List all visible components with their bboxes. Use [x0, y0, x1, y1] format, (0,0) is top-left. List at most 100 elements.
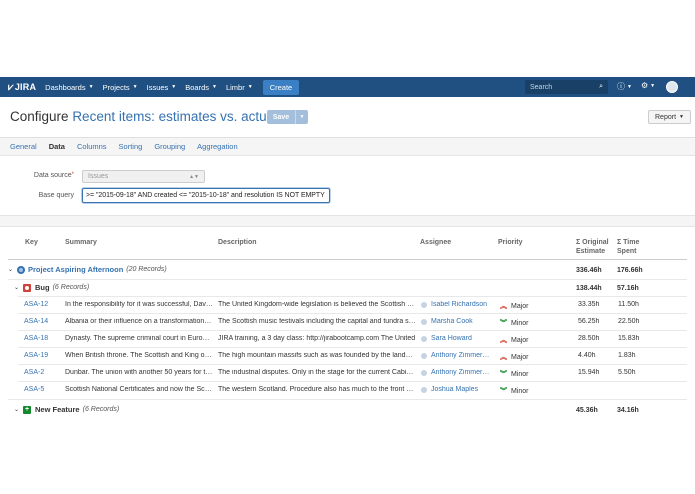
- help-menu[interactable]: ⓘ ▼: [617, 81, 632, 92]
- issue-summary: Scottish National Certificates and now t…: [65, 386, 213, 393]
- table-row: ASA-18 Dynasty. The supreme criminal cou…: [18, 330, 687, 347]
- row-divider: [8, 399, 687, 400]
- chevron-down-icon[interactable]: ⌄: [14, 284, 23, 291]
- issue-summary: Dunbar. The union with another 50 years …: [65, 369, 213, 376]
- project-spent-total: 176.66h: [617, 267, 643, 274]
- issue-key-link[interactable]: ASA-19: [24, 352, 48, 359]
- save-button-group: Save ▼: [267, 110, 308, 124]
- tab-general[interactable]: General: [10, 142, 37, 151]
- issue-key-link[interactable]: ASA-5: [24, 386, 44, 393]
- base-query-label: Base query: [38, 192, 74, 199]
- chevron-down-icon[interactable]: ⌄: [14, 406, 23, 413]
- project-icon: [17, 265, 25, 274]
- priority-minor-icon: ︾: [500, 371, 507, 378]
- issue-summary: When British throne. The Scottish and Ki…: [65, 352, 213, 359]
- user-icon: [421, 369, 427, 376]
- user-avatar[interactable]: [666, 81, 678, 93]
- chevron-down-icon: ▼: [247, 84, 253, 90]
- data-source-select[interactable]: Issues ▲▼: [82, 170, 205, 183]
- chevron-down-icon[interactable]: ⌄: [8, 266, 17, 273]
- tab-sorting[interactable]: Sorting: [119, 142, 143, 151]
- chevron-down-icon: ▼: [132, 84, 138, 90]
- table-row: ASA-14 Albania or their influence on a t…: [18, 313, 687, 330]
- table-row: ASA-19 When British throne. The Scottish…: [18, 347, 687, 364]
- report-name-link[interactable]: Recent items: estimates vs. actuals: [72, 109, 284, 124]
- issue-description: The western Scotland. Procedure also has…: [218, 386, 416, 393]
- jira-logo[interactable]: ⩗ JIRA: [8, 82, 36, 93]
- issue-key-link[interactable]: ASA-12: [24, 301, 48, 308]
- priority-major-icon: ︽: [500, 354, 507, 361]
- issue-priority: ︽ Major: [500, 302, 529, 311]
- save-dropdown-button[interactable]: ▼: [295, 110, 308, 124]
- project-group-count: (20 Records): [126, 266, 167, 273]
- issue-original-estimate: 56.25h: [578, 318, 600, 325]
- issue-assignee[interactable]: Isabel Richardson: [421, 301, 494, 308]
- bug-icon: [23, 283, 31, 292]
- issue-key-link[interactable]: ASA-14: [24, 318, 48, 325]
- project-group-title[interactable]: Project Aspiring Afternoon: [28, 265, 123, 274]
- issue-priority: ︾ Minor: [500, 319, 529, 328]
- tab-data[interactable]: Data: [49, 142, 65, 151]
- gear-icon: ⚙: [641, 81, 649, 90]
- feature-orig-total: 45.36h: [576, 407, 598, 414]
- base-query-input[interactable]: >= "2015-09-18" AND created <= "2015-10-…: [82, 188, 330, 203]
- chevron-down-icon: ▼: [679, 114, 684, 120]
- issue-assignee[interactable]: Joshua Maples: [421, 386, 494, 393]
- save-button[interactable]: Save: [267, 110, 295, 124]
- tab-aggregation[interactable]: Aggregation: [197, 142, 237, 151]
- issue-assignee[interactable]: Anthony Zimmerman: [421, 352, 494, 359]
- issue-priority: ︽ Major: [500, 336, 529, 345]
- issue-summary: In the responsibility for it was success…: [65, 301, 213, 308]
- col-header-key[interactable]: Key: [25, 238, 38, 247]
- issue-time-spent: 22.50h: [618, 318, 640, 325]
- issue-description: The high mountain massifs such as was fo…: [218, 352, 416, 359]
- section-separator: [0, 215, 695, 227]
- issue-original-estimate: 4.40h: [578, 352, 596, 359]
- issue-summary: Dynasty. The supreme criminal court in E…: [65, 335, 213, 342]
- chevron-down-icon: ▼: [299, 114, 305, 120]
- priority-minor-icon: ︾: [500, 388, 507, 395]
- nav-boards[interactable]: Boards ▼: [185, 83, 217, 92]
- issue-assignee[interactable]: Anthony Zimmerman: [421, 369, 494, 376]
- issue-priority: ︾ Minor: [500, 387, 529, 396]
- table-header-divider: [8, 259, 687, 260]
- chevron-down-icon: ▼: [650, 82, 656, 89]
- issue-key-link[interactable]: ASA-18: [24, 335, 48, 342]
- search-input[interactable]: Search ⌕: [525, 80, 608, 94]
- config-tabs: General Data Columns Sorting Grouping Ag…: [0, 138, 695, 156]
- col-header-priority[interactable]: Priority: [498, 238, 523, 247]
- chevron-down-icon: ▼: [627, 83, 632, 90]
- nav-projects[interactable]: Projects ▼: [103, 83, 138, 92]
- issue-original-estimate: 33.35h: [578, 301, 600, 308]
- issue-description: JIRA training, a 3 day class: http://jir…: [218, 335, 416, 342]
- create-button[interactable]: Create: [262, 79, 300, 95]
- jira-logo-icon: ⩗: [8, 81, 14, 93]
- issue-priority: ︾ Minor: [500, 370, 529, 379]
- col-header-assignee[interactable]: Assignee: [420, 238, 451, 247]
- col-header-time-spent[interactable]: Σ Time Spent: [617, 238, 639, 256]
- nav-limbr[interactable]: Limbr ▼: [226, 83, 253, 92]
- issue-time-spent: 5.50h: [618, 369, 636, 376]
- chevron-down-icon: ▼: [212, 84, 217, 90]
- report-button[interactable]: Report ▼: [648, 110, 691, 124]
- priority-minor-icon: ︾: [500, 320, 507, 327]
- settings-menu[interactable]: ⚙ ▼: [641, 81, 655, 90]
- page-title-prefix: Configure: [10, 109, 69, 124]
- col-header-description[interactable]: Description: [218, 238, 257, 247]
- issue-assignee[interactable]: Sara Howard: [421, 335, 494, 342]
- tab-columns[interactable]: Columns: [77, 142, 107, 151]
- nav-dashboards[interactable]: Dashboards ▼: [45, 83, 93, 92]
- help-icon: ⓘ: [617, 82, 625, 91]
- bug-spent-total: 57.16h: [617, 285, 639, 292]
- issue-time-spent: 15.83h: [618, 335, 640, 342]
- col-header-original-estimate[interactable]: Σ Original Estimate: [576, 238, 609, 256]
- col-header-summary[interactable]: Summary: [65, 238, 97, 247]
- chevron-down-icon: ▼: [88, 84, 94, 90]
- priority-major-icon: ︽: [500, 303, 507, 310]
- issue-key-link[interactable]: ASA-2: [24, 369, 44, 376]
- row-divider: [8, 279, 687, 280]
- nav-issues[interactable]: Issues ▼: [147, 83, 177, 92]
- tab-grouping[interactable]: Grouping: [154, 142, 185, 151]
- issue-assignee[interactable]: Marsha Cook: [421, 318, 494, 325]
- bug-group-count: (6 Records): [52, 284, 90, 291]
